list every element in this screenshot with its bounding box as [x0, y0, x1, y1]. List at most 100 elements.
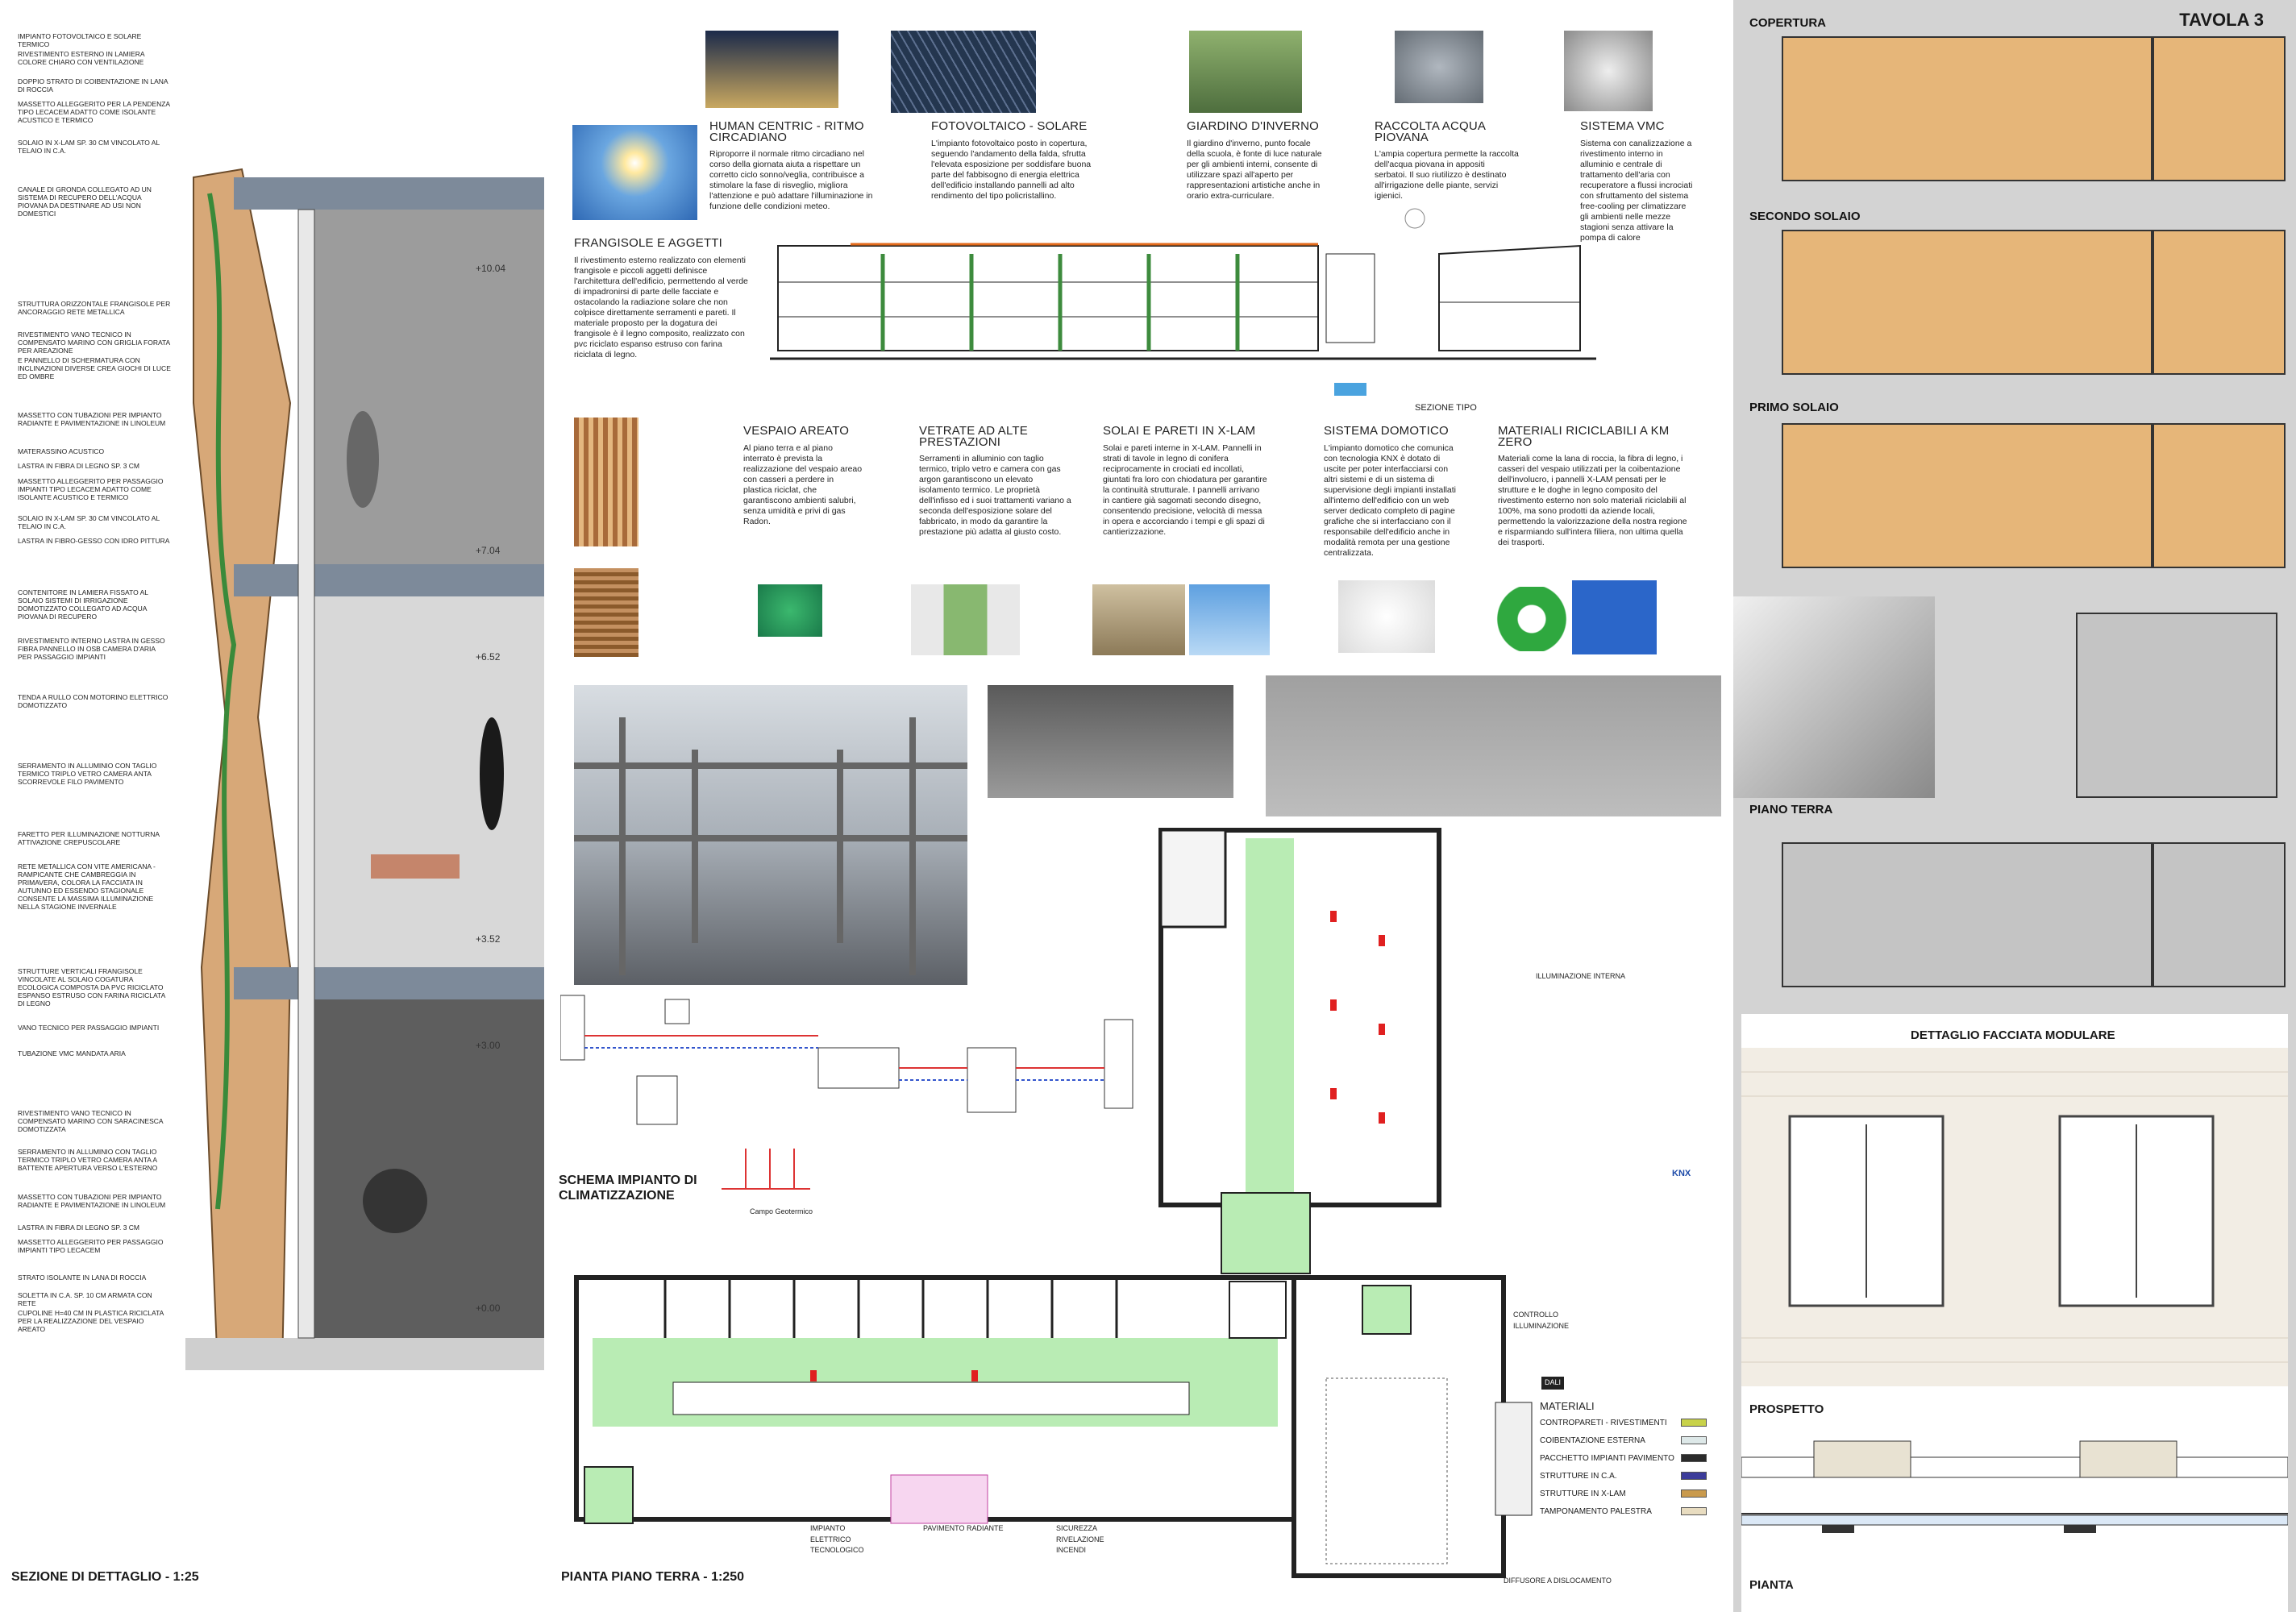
legend-row: PACCHETTO IMPIANTI PAVIMENTO: [1540, 1454, 1674, 1463]
primo-solaio-title: PRIMO SOLAIO: [1749, 401, 1839, 414]
detail-section-title: SEZIONE DI DETTAGLIO - 1:25: [11, 1570, 199, 1584]
section-label: MASSETTO ALLEGGERITO PER PASSAGGIO IMPIA…: [18, 477, 164, 501]
section-label: MASSETTO CON TUBAZIONI PER IMPIANTO RADI…: [18, 1193, 166, 1209]
section-label: SERRAMENTO IN ALLUMINIO CON TAGLIO TERMI…: [18, 762, 157, 786]
region-flag-photo: [1572, 580, 1657, 654]
legend-row: TAMPONAMENTO PALESTRA: [1540, 1507, 1652, 1516]
concept-acqua: RACCOLTA ACQUA PIOVANA L'ampia copertura…: [1375, 119, 1520, 202]
interior-lighting-label: ILLUMINAZIONE INTERNA: [1536, 972, 1626, 980]
section-label: STRUTTURE VERTICALI FRANGISOLE VINCOLATE…: [18, 967, 165, 1008]
concept-title: FOTOVOLTAICO - SOLARE: [931, 119, 1088, 133]
section-label: DOPPIO STRATO DI COIBENTAZIONE IN LANA D…: [18, 77, 168, 93]
section-label: TUBAZIONE VMC MANDATA ARIA: [18, 1049, 126, 1057]
concept-human-centric: HUMAN CENTRIC - RITMO CIRCADIANO Ripropo…: [709, 119, 887, 212]
legend-label: STRUTTURE IN X-LAM: [1540, 1489, 1626, 1498]
legend-label: STRUTTURE IN C.A.: [1540, 1472, 1617, 1481]
piano-terra-title: PIANO TERRA: [1749, 803, 1833, 816]
legend-swatch: [1681, 1419, 1707, 1427]
concept-body: Il rivestimento esterno realizzato con e…: [574, 255, 748, 359]
legend-row: STRUTTURE IN C.A.: [1540, 1472, 1617, 1481]
legend-label: CONTROPARETI - RIVESTIMENTI: [1540, 1419, 1667, 1427]
recycle-icon: [1495, 587, 1568, 651]
frangisole-photo: [574, 418, 638, 546]
concept-title: VETRATE AD ALTE PRESTAZIONI: [919, 424, 1028, 449]
materials-legend-title: MATERIALI: [1540, 1400, 1595, 1412]
detail-section-panel: IMPIANTO FOTOVOLTAICO E SOLARE TERMICO R…: [0, 0, 544, 1612]
cupolino-photo: [758, 584, 822, 637]
section-labels: IMPIANTO FOTOVOLTAICO E SOLARE TERMICO R…: [18, 32, 171, 1354]
concept-title: SOLAI E PARETI IN X-LAM: [1103, 424, 1256, 438]
facade-detail-panel: DETTAGLIO FACCIATA MODULARE PROSPETTO PI…: [1741, 1014, 2288, 1612]
section-label: SOLAIO IN X-LAM SP. 30 cm VINCOLATO AL T…: [18, 139, 160, 155]
facade-plan-section: [1741, 1440, 2288, 1533]
primo-solaio-plan: [1782, 423, 2152, 568]
diffuser-label: DIFFUSORE A DISLOCAMENTO: [1504, 1577, 1612, 1585]
section-label: LASTRA IN FIBRA DI LEGNO SP. 3 cm: [18, 462, 139, 470]
section-label: STRUTTURA ORIZZONTALE FRANGISOLE PER ANC…: [18, 300, 171, 316]
ground-floor-plan: [574, 828, 1533, 1578]
legend-swatch: [1681, 1507, 1707, 1515]
pv-panels-photo: [891, 31, 1036, 113]
secondo-solaio-title: SECONDO SOLAIO: [1749, 210, 1861, 223]
sezione-tipo-label: SEZIONE TIPO: [1415, 403, 1477, 413]
facade-detail-title: DETTAGLIO FACCIATA MODULARE: [1911, 1028, 2115, 1042]
section-label: RIVESTIMENTO ESTERNO IN LAMIERA COLORE C…: [18, 50, 145, 66]
section-label: CUPOLINE h=40 cm IN PLASTICA RICICLATA P…: [18, 1309, 164, 1333]
secondo-solaio-plan-gym: [2152, 230, 2286, 375]
section-label: RIVESTIMENTO VANO TECNICO IN COMPENSATO …: [18, 1109, 164, 1133]
section-label: SOLETTA IN C.A. SP. 10 cm ARMATA CON RET…: [18, 1291, 152, 1307]
concept-body: Al piano terra e al piano interrato è pr…: [743, 442, 863, 526]
legend-label: PACCHETTO IMPIANTI PAVIMENTO: [1540, 1454, 1674, 1463]
section-label: TENDA A RULLO CON MOTORINO ELETTRICO DOM…: [18, 693, 168, 709]
sheet-number: TAVOLA 3: [2179, 10, 2264, 30]
concept-vespaio: VESPAIO AREATO Al piano terra e al piano…: [743, 425, 864, 527]
concept-solai: SOLAI E PARETI IN X-LAM Solai e pareti i…: [1103, 424, 1268, 538]
section-label: RETE METALLICA CON VITE AMERICANA - RAMP…: [18, 862, 156, 911]
section-label: SOLAIO IN X-LAM SP. 30 cm VINCOLATO AL T…: [18, 514, 160, 530]
concept-title: RACCOLTA ACQUA PIOVANA: [1375, 119, 1486, 144]
copertura-plan-gym: [2152, 36, 2286, 181]
plan-note: SICUREZZA RIVELAZIONE INCENDI: [1056, 1524, 1104, 1554]
level-mark: +3.52: [476, 933, 501, 945]
concept-body: L'ampia copertura permette la raccolta d…: [1375, 149, 1519, 201]
facade-elevation: [1741, 1048, 2288, 1386]
section-label: RIVESTIMENTO INTERNO LASTRA IN GESSO FIB…: [18, 637, 165, 661]
legend-row: STRUTTURE IN X-LAM: [1540, 1489, 1626, 1498]
legend-swatch: [1681, 1454, 1707, 1462]
copertura-title: COPERTURA: [1749, 16, 1827, 30]
concept-title: SISTEMA DOMOTICO: [1324, 424, 1449, 438]
legend-label: COIBENTAZIONE ESTERNA: [1540, 1436, 1645, 1445]
section-label: LASTRA IN FIBRO-GESSO CON IDRO PITTURA: [18, 537, 170, 545]
window-photo: [911, 584, 1020, 655]
prospetto-title: PROSPETTO: [1749, 1402, 1824, 1416]
concept-body: Solai e pareti interne in X-LAM. Pannell…: [1103, 442, 1267, 537]
legend-label: TAMPONAMENTO PALESTRA: [1540, 1507, 1652, 1516]
concept-materiali: MATERIALI RICICLABILI a Km ZERO Material…: [1498, 424, 1691, 548]
ground-plan-title: PIANTA PIANO TERRA - 1:250: [561, 1570, 744, 1584]
section-label: MASSETTO ALLEGGERITO PER PASSAGGIO IMPIA…: [18, 1238, 164, 1254]
section-label: FARETTO PER ILLUMINAZIONE NOTTURNA ATTIV…: [18, 830, 160, 846]
concept-title: FRANGISOLE E AGGETTI: [574, 236, 723, 250]
water-tank-photo: [1395, 31, 1483, 103]
concept-frangisole: FRANGISOLE E AGGETTI Il rivestimento est…: [574, 236, 751, 360]
frame-render: [988, 685, 1233, 798]
pianta-title: PIANTA: [1749, 1578, 1794, 1592]
concept-domotico: SISTEMA DOMOTICO L'impianto domotico che…: [1324, 424, 1461, 559]
sun-sky-photo: [572, 125, 697, 220]
gym-plan: [2076, 613, 2277, 798]
section-label: LASTRA IN FIBRA DI LEGNO SP. 3 cm: [18, 1224, 139, 1232]
winter-garden-photo: [1189, 31, 1302, 113]
legend-swatch: [1681, 1489, 1707, 1498]
legend-row: COIBENTAZIONE ESTERNA: [1540, 1436, 1645, 1445]
concept-body: Riproporre il normale ritmo circadiano n…: [709, 149, 873, 211]
section-label: MASSETTO CON TUBAZIONI PER IMPIANTO RADI…: [18, 411, 166, 427]
concept-title: HUMAN CENTRIC - RITMO CIRCADIANO: [709, 119, 864, 144]
primo-solaio-plan-gym: [2152, 423, 2286, 568]
concept-body: Materiali come la lana di roccia, la fib…: [1498, 454, 1687, 547]
vmc-unit-photo: [1564, 31, 1653, 111]
section-label: MASSETTO ALLEGGERITO PER LA PENDENZA TIP…: [18, 100, 170, 124]
domotica-diagram-photo: [1338, 580, 1435, 653]
concept-title: MATERIALI RICICLABILI a Km ZERO: [1498, 424, 1670, 449]
level-mark: +7.04: [476, 545, 501, 556]
section-label: MATERASSINO ACUSTICO: [18, 447, 105, 455]
